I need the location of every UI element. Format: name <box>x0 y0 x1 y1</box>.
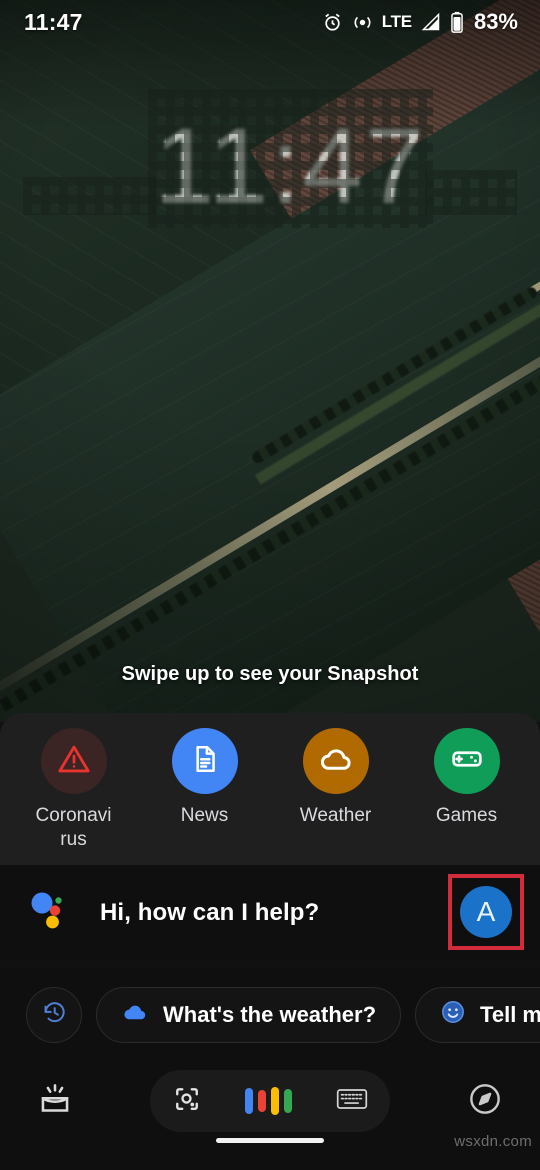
games-icon-circle <box>433 728 500 794</box>
lock-screen-date-blurred <box>22 177 156 215</box>
snapshot-button[interactable] <box>30 1076 80 1126</box>
avatar-highlight-box <box>448 874 524 950</box>
battery-percent-label: 83% <box>473 9 518 34</box>
weather-icon-circle <box>302 728 369 794</box>
home-gesture-bar[interactable] <box>216 1138 324 1143</box>
suggestion-chip-row[interactable]: What's the weather? Tell me <box>0 968 540 1062</box>
explore-button[interactable] <box>460 1076 510 1126</box>
cloud-icon <box>121 998 149 1032</box>
lock-screen-subtext-blurred <box>425 170 518 215</box>
shortcut-label-weather: Weather <box>299 805 372 826</box>
document-icon <box>189 743 221 780</box>
coronavirus-icon-circle <box>40 728 107 794</box>
voice-search-icon[interactable] <box>245 1087 293 1115</box>
status-bar-icons: LTE 83% <box>322 9 518 35</box>
smiley-icon <box>440 999 466 1031</box>
status-bar: 11:47 LTE 83% <box>0 0 540 44</box>
history-button[interactable] <box>26 987 82 1043</box>
shortcut-weather[interactable]: Weather <box>277 728 395 828</box>
status-bar-clock: 11:47 <box>24 8 83 35</box>
assistant-greeting-text: Hi, how can I help? <box>100 898 320 926</box>
google-lens-icon[interactable] <box>172 1084 202 1119</box>
lock-screen-sub-text <box>431 186 511 209</box>
shortcut-games[interactable]: Games <box>408 728 526 828</box>
lock-screen-clock-area: 11:47 <box>0 88 540 229</box>
lock-screen-date-text <box>29 183 150 209</box>
battery-icon <box>450 11 464 33</box>
gamepad-icon <box>450 742 484 781</box>
cast-icon <box>352 12 373 33</box>
google-assistant-icon <box>28 890 74 936</box>
swipe-up-hint: Swipe up to see your Snapshot <box>121 663 419 685</box>
phone-screen: 11:47 LTE 83% 11:47 Swipe up to see your… <box>0 0 540 1170</box>
shortcut-coronavirus[interactable]: Coronavirus <box>15 728 133 852</box>
network-type-label: LTE <box>381 12 412 31</box>
bottom-navigation-bar <box>0 1062 540 1170</box>
shortcut-label-coronavirus: Coronavirus <box>35 805 112 850</box>
news-icon-circle <box>171 728 238 794</box>
keyboard-icon[interactable] <box>336 1086 368 1117</box>
history-icon <box>42 1000 67 1030</box>
search-pill[interactable] <box>150 1070 390 1132</box>
voice-bar-red <box>258 1090 267 1112</box>
signal-icon <box>421 12 441 32</box>
suggestion-chip-tellme[interactable]: Tell me <box>415 987 540 1043</box>
lock-screen-clock-blurred: 11:47 <box>148 88 433 229</box>
snapshot-tray-icon <box>36 1082 74 1121</box>
shortcut-label-news: News <box>180 805 229 826</box>
voice-bar-yellow <box>271 1087 280 1115</box>
alarm-icon <box>322 12 343 33</box>
cloud-icon <box>318 741 354 782</box>
compass-icon <box>467 1081 503 1122</box>
suggestion-chip-weather[interactable]: What's the weather? <box>96 987 402 1043</box>
shortcut-label-games: Games <box>435 805 498 826</box>
voice-bar-blue <box>245 1088 254 1114</box>
shortcut-sheet: Coronavirus News Weather Games <box>0 713 540 865</box>
voice-bar-green <box>284 1089 293 1113</box>
suggestion-chip-label: What's the weather? <box>163 1002 377 1027</box>
suggestion-chip-label: Tell me <box>480 1002 540 1027</box>
warning-triangle-icon <box>57 742 91 781</box>
watermark-text: wsxdn.com <box>454 1133 532 1150</box>
shortcut-news[interactable]: News <box>146 728 264 828</box>
lock-screen-clock-text: 11:47 <box>154 105 427 226</box>
